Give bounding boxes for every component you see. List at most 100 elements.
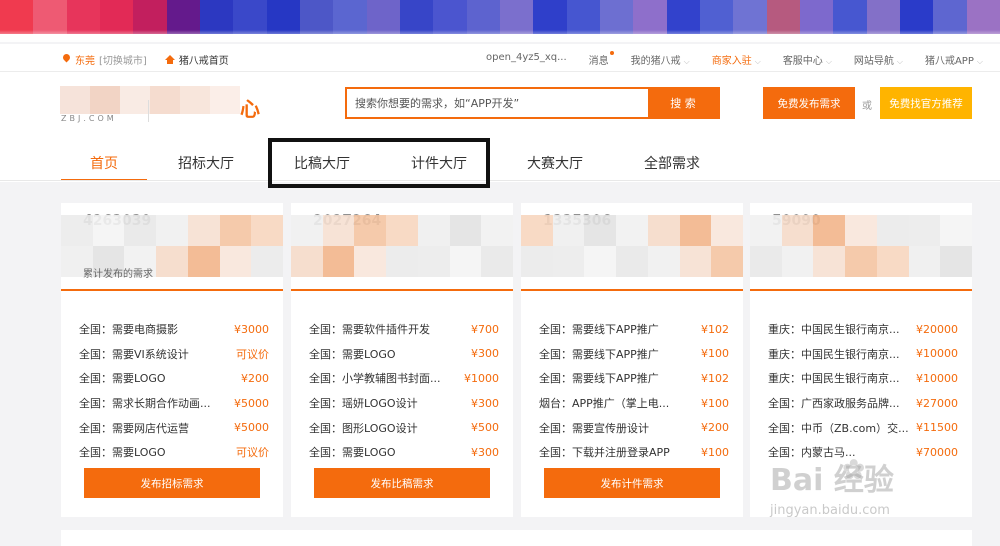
list-item[interactable]: 全国：中币（ZB.com）交... ¥11500 bbox=[768, 415, 958, 440]
list-item[interactable]: 全国：需要网店代运营 ¥5000 bbox=[79, 415, 269, 440]
logo-domain: ZBJ.COM bbox=[61, 114, 117, 123]
demand-price: 可议价 bbox=[236, 347, 269, 361]
demand-price: ¥3000 bbox=[234, 322, 269, 336]
blur-tile bbox=[750, 215, 782, 246]
blur-tile bbox=[813, 215, 846, 246]
demand-title: 全国：需要线下APP推广 bbox=[539, 323, 659, 337]
blur-tile bbox=[251, 246, 283, 277]
merchant-menu[interactable]: 商家入驻 ⌵ bbox=[712, 52, 761, 67]
demand-price: ¥700 bbox=[471, 322, 499, 336]
blur-tile bbox=[616, 246, 648, 277]
blur-tile bbox=[386, 215, 418, 246]
list-item[interactable]: 全国：需要软件插件开发 ¥700 bbox=[309, 317, 499, 342]
banner-tile bbox=[566, 0, 600, 34]
blurred-stats-image bbox=[750, 215, 972, 277]
home-link[interactable]: 猪八戒首页 bbox=[179, 52, 229, 67]
blur-tile bbox=[908, 215, 941, 246]
demand-title: 全国：下载并注册登录APP bbox=[539, 446, 670, 460]
demand-title: 全国：需要LOGO bbox=[309, 446, 396, 460]
current-city[interactable]: 东莞 bbox=[75, 52, 95, 67]
banner-tile bbox=[366, 0, 400, 34]
list-item[interactable]: 重庆：中国民生银行南京... ¥10000 bbox=[768, 366, 958, 391]
post-contest-button[interactable]: 发布比稿需求 bbox=[314, 468, 490, 498]
list-item[interactable]: 烟台：APP推广（掌上电... ¥100 bbox=[539, 391, 729, 416]
tab-competition-hall[interactable]: 大赛大厅 bbox=[512, 153, 598, 173]
merchant-label: 商家入驻 bbox=[711, 56, 752, 67]
list-item[interactable]: 全国：需要LOGO ¥300 bbox=[309, 342, 499, 367]
my-zbj-menu[interactable]: 我的猪八戒 ⌵ bbox=[631, 52, 690, 67]
blur-tile bbox=[616, 215, 648, 246]
banner-tile bbox=[599, 0, 634, 34]
blur-tile bbox=[354, 246, 387, 277]
blur-tile bbox=[940, 246, 972, 277]
post-bidding-button[interactable]: 发布招标需求 bbox=[84, 468, 260, 498]
list-item[interactable]: 全国：小学教辅图书封面... ¥1000 bbox=[309, 366, 499, 391]
banner-tile bbox=[266, 0, 300, 34]
site-nav-label: 网站导航 bbox=[853, 56, 894, 67]
banner-tile bbox=[633, 0, 667, 34]
logo-mark-icon: 心 bbox=[240, 97, 260, 121]
list-item[interactable]: 全国：需要线下APP推广 ¥102 bbox=[539, 366, 729, 391]
switch-city-link[interactable]: [切换城市] bbox=[99, 52, 147, 67]
or-label: 或 bbox=[862, 101, 872, 112]
blur-tile bbox=[449, 246, 482, 277]
tab-all-demands[interactable]: 全部需求 bbox=[629, 153, 715, 173]
list-item[interactable]: 全国：需要线下APP推广 ¥100 bbox=[539, 342, 729, 367]
banner-tile bbox=[133, 0, 167, 34]
blur-tile bbox=[781, 246, 814, 277]
list-item[interactable]: 全国：需要VI系统设计 可议价 bbox=[79, 342, 269, 367]
list-item[interactable]: 重庆：中国民生银行南京... ¥10000 bbox=[768, 342, 958, 367]
banner-tile bbox=[533, 0, 567, 34]
logo-image[interactable] bbox=[60, 86, 240, 114]
demand-title: 重庆：中国民生银行南京... bbox=[768, 347, 900, 361]
list-item[interactable]: 全国：图形LOGO设计 ¥500 bbox=[309, 415, 499, 440]
list-item[interactable]: 全国：需要LOGO ¥200 bbox=[79, 366, 269, 391]
demand-price: 可议价 bbox=[236, 446, 269, 460]
banner-tile bbox=[333, 0, 367, 34]
demand-title: 全国：需要软件插件开发 bbox=[309, 323, 430, 337]
demand-price: ¥500 bbox=[471, 421, 499, 435]
list-item[interactable]: 全国：需求长期合作动画... ¥5000 bbox=[79, 391, 269, 416]
demand-title: 全国：瑶妍LOGO设计 bbox=[309, 397, 418, 411]
list-item[interactable]: 全国：需要LOGO 可议价 bbox=[79, 440, 269, 465]
demand-price: ¥200 bbox=[241, 371, 269, 385]
demand-title: 全国：需要宣传册设计 bbox=[539, 421, 649, 435]
list-item[interactable]: 全国：需要LOGO ¥300 bbox=[309, 440, 499, 465]
card-stats: 59090 bbox=[750, 203, 972, 291]
service-menu[interactable]: 客服中心 ⌵ bbox=[783, 52, 832, 67]
search-button[interactable]: 搜 索 bbox=[648, 89, 718, 117]
blur-tile bbox=[876, 246, 909, 277]
post-demand-button[interactable]: 免费发布需求 bbox=[763, 87, 855, 119]
list-item[interactable]: 重庆：中国民生银行南京... ¥20000 bbox=[768, 317, 958, 342]
banner-tile bbox=[866, 0, 900, 34]
search-input[interactable] bbox=[347, 89, 648, 117]
list-item[interactable]: 全国：下载并注册登录APP ¥100 bbox=[539, 440, 729, 465]
blur-tile bbox=[521, 246, 553, 277]
blur-tile bbox=[781, 215, 814, 246]
blur-tile bbox=[584, 246, 617, 277]
site-nav-menu[interactable]: 网站导航 ⌵ bbox=[854, 52, 903, 67]
blur-tile bbox=[386, 246, 418, 277]
demand-title: 全国：需要VI系统设计 bbox=[79, 347, 189, 361]
post-piecework-button[interactable]: 发布计件需求 bbox=[544, 468, 720, 498]
blur-tile bbox=[291, 246, 323, 277]
banner-tile bbox=[966, 0, 1000, 34]
list-item[interactable]: 全国：瑶妍LOGO设计 ¥300 bbox=[309, 391, 499, 416]
card-stats: 4263039 累计发布的需求 bbox=[61, 203, 283, 291]
messages-link[interactable]: 消息 bbox=[588, 51, 614, 67]
list-item[interactable]: 全国：需要宣传册设计 ¥200 bbox=[539, 415, 729, 440]
list-item[interactable]: 全国：需要线下APP推广 ¥102 bbox=[539, 317, 729, 342]
find-recommend-button[interactable]: 免费找官方推荐 bbox=[880, 87, 972, 119]
messages-label: 消息 bbox=[588, 56, 609, 67]
blur-tile bbox=[354, 215, 387, 246]
user-account-link[interactable]: open_4yz5_xq... bbox=[486, 52, 567, 67]
blur-tile bbox=[679, 215, 712, 246]
demand-list: 全国：需要线下APP推广 ¥102 全国：需要线下APP推广 ¥100 全国：需要线… bbox=[539, 317, 729, 465]
list-item[interactable]: 全国：需要电商摄影 ¥3000 bbox=[79, 317, 269, 342]
list-item[interactable]: 全国：广西家政服务品牌... ¥27000 bbox=[768, 391, 958, 416]
blur-tile bbox=[291, 215, 323, 246]
tab-bidding-hall[interactable]: 招标大厅 bbox=[163, 153, 249, 173]
app-menu[interactable]: 猪八戒APP ⌵ bbox=[925, 52, 983, 67]
home-icon bbox=[164, 55, 175, 64]
tab-home[interactable]: 首页 bbox=[61, 153, 147, 173]
